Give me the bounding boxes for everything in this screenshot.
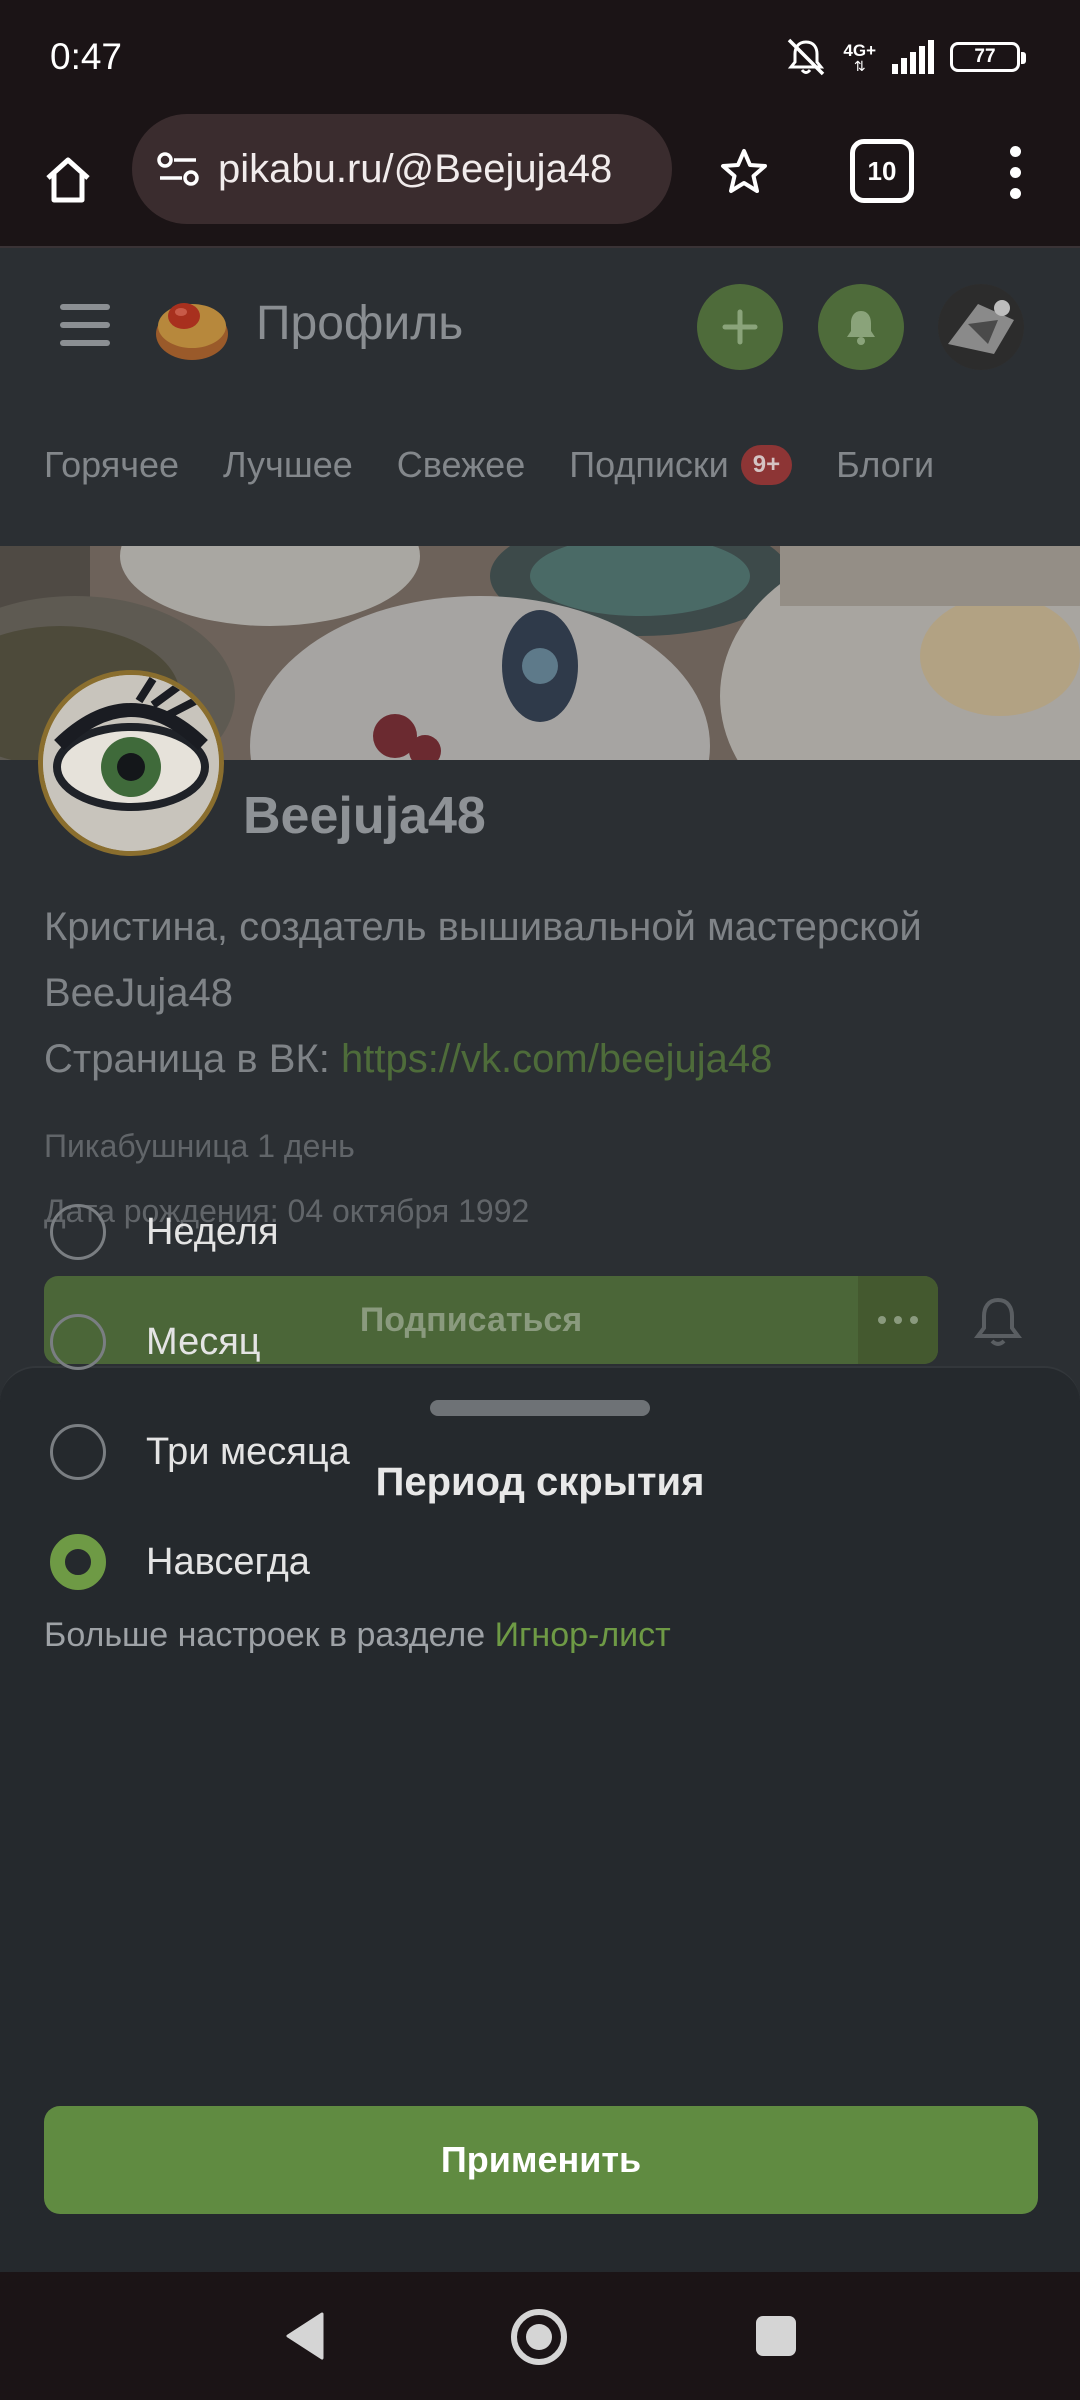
option-month-label: Месяц bbox=[146, 1320, 261, 1363]
radio-week[interactable] bbox=[50, 1204, 106, 1260]
mute-vibrate-icon bbox=[788, 38, 825, 76]
home-icon bbox=[46, 157, 90, 203]
page-title: Профиль bbox=[256, 297, 464, 350]
system-navigation-bar bbox=[0, 2272, 1080, 2400]
option-three-months[interactable]: Три месяца bbox=[50, 1422, 350, 1482]
address-bar[interactable]: pikabu.ru/@Beejuja48 bbox=[132, 114, 672, 224]
url-text: pikabu.ru/@Beejuja48 bbox=[218, 146, 613, 191]
feed-tabs: Горячее Лучшее Свежее Подписки 9+ Блоги bbox=[44, 444, 978, 486]
battery-icon: 77 bbox=[950, 42, 1026, 72]
network-type: 4G+ ⇅ bbox=[843, 40, 876, 74]
option-month[interactable]: Месяц bbox=[50, 1312, 261, 1372]
recent-apps-icon[interactable] bbox=[756, 2316, 796, 2356]
more-settings-text: Больше настроек в разделе Игнор-лист bbox=[44, 1616, 671, 1655]
add-post-button[interactable] bbox=[697, 284, 783, 370]
subscribe-more-button[interactable] bbox=[858, 1276, 938, 1364]
option-forever[interactable]: Навсегда bbox=[50, 1532, 310, 1592]
status-icons: 4G+ ⇅ 77 bbox=[783, 32, 1026, 82]
browser-menu-button[interactable] bbox=[990, 134, 1040, 210]
star-icon bbox=[721, 149, 767, 193]
tab-hot[interactable]: Горячее bbox=[44, 444, 179, 486]
avatar-embroidery-image bbox=[43, 675, 219, 851]
profile-bio: Кристина, создатель вышивальной мастерск… bbox=[44, 894, 1054, 1092]
subscriptions-badge: 9+ bbox=[740, 445, 793, 485]
signal-icon bbox=[892, 40, 934, 74]
site-header: Профиль bbox=[0, 248, 1080, 400]
vk-link[interactable]: https://vk.com/beejuja48 bbox=[341, 1037, 772, 1081]
menu-dot bbox=[1009, 145, 1021, 157]
battery-level: 77 bbox=[974, 46, 996, 67]
status-bar: 0:47 4G+ ⇅ 77 bbox=[0, 0, 1080, 112]
site-settings-icon bbox=[157, 152, 199, 186]
profile-username: Beejuja48 bbox=[243, 787, 486, 845]
bio-description: Кристина, создатель вышивальной мастерск… bbox=[44, 905, 922, 1015]
profile-bell-icon[interactable] bbox=[970, 1294, 1026, 1350]
user-avatar[interactable] bbox=[938, 284, 1024, 370]
browser-home-button[interactable] bbox=[30, 142, 106, 218]
option-three-months-label: Три месяца bbox=[146, 1430, 350, 1473]
membership-duration: Пикабушница 1 день bbox=[44, 1128, 355, 1164]
hamburger-menu-button[interactable] bbox=[60, 300, 110, 350]
home-nav-icon[interactable] bbox=[511, 2309, 567, 2365]
pikabu-logo-icon[interactable] bbox=[150, 290, 230, 362]
avatar-image bbox=[938, 284, 1024, 370]
plus-icon bbox=[722, 309, 758, 345]
notifications-button[interactable] bbox=[818, 284, 904, 370]
option-week[interactable]: Неделя bbox=[50, 1202, 279, 1262]
radio-three-months[interactable] bbox=[50, 1424, 106, 1480]
bio-vk-line: Страница в ВК: https://vk.com/beejuja48 bbox=[44, 1026, 1054, 1092]
bookmark-button[interactable] bbox=[706, 134, 782, 210]
menu-dot bbox=[1009, 187, 1021, 199]
apply-button[interactable]: Применить bbox=[44, 2106, 1038, 2214]
option-week-label: Неделя bbox=[146, 1210, 279, 1253]
tab-blogs[interactable]: Блоги bbox=[836, 444, 934, 486]
tab-subscriptions[interactable]: Подписки 9+ bbox=[569, 444, 793, 486]
menu-dot bbox=[1009, 166, 1021, 178]
tab-subscriptions-label: Подписки bbox=[569, 444, 729, 485]
option-forever-label: Навсегда bbox=[146, 1540, 310, 1583]
more-settings-prefix: Больше настроек в разделе bbox=[44, 1616, 495, 1654]
radio-month[interactable] bbox=[50, 1314, 106, 1370]
tab-switcher-button[interactable]: 10 bbox=[850, 139, 914, 203]
bio-vk-prefix: Страница в ВК: bbox=[44, 1037, 341, 1081]
ignore-list-link[interactable]: Игнор-лист bbox=[495, 1616, 671, 1654]
radio-forever[interactable] bbox=[50, 1534, 106, 1590]
bell-icon bbox=[847, 311, 875, 345]
back-icon[interactable] bbox=[280, 2310, 330, 2362]
sheet-drag-handle[interactable] bbox=[430, 1400, 650, 1416]
tab-best[interactable]: Лучшее bbox=[223, 444, 353, 486]
browser-toolbar: pikabu.ru/@Beejuja48 10 bbox=[0, 112, 1080, 248]
status-time: 0:47 bbox=[50, 36, 123, 77]
tab-new[interactable]: Свежее bbox=[397, 444, 525, 486]
profile-avatar[interactable] bbox=[38, 670, 224, 856]
